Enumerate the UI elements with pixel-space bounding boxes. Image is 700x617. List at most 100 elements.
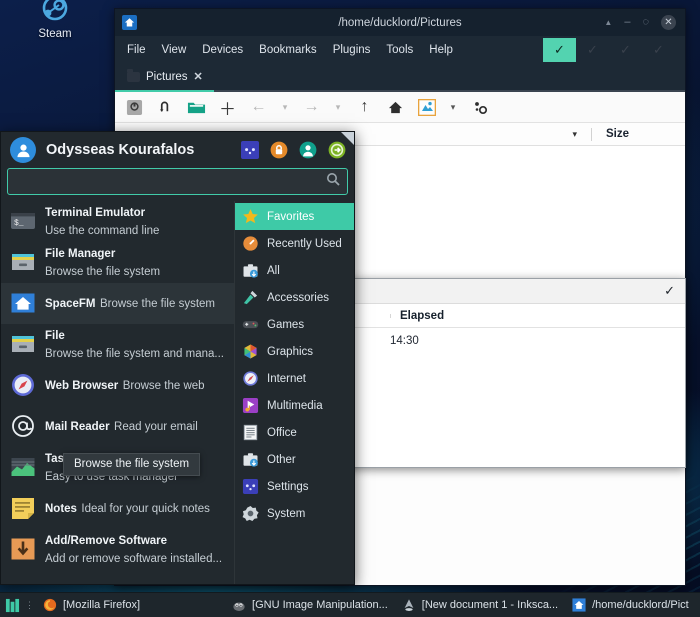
category-label: Favorites xyxy=(267,211,314,223)
cell-elapsed: 14:30 xyxy=(390,335,480,347)
list-item[interactable]: Add/Remove Software Add or remove softwa… xyxy=(1,529,234,570)
system-icon xyxy=(242,505,259,522)
search-input[interactable] xyxy=(15,176,326,188)
chevron-down-icon[interactable]: ▾ xyxy=(572,129,577,140)
list-item[interactable]: Mail Reader Read your email xyxy=(1,406,234,447)
list-item-desc: Browse the file system xyxy=(45,266,160,278)
category-settings[interactable]: Settings xyxy=(235,473,354,500)
close-button[interactable]: ✕ xyxy=(661,15,676,30)
search-icon[interactable] xyxy=(326,172,340,191)
add-remove-software-icon xyxy=(10,536,36,562)
panel-4-toggle[interactable]: ✓ xyxy=(642,38,675,62)
settings-button[interactable] xyxy=(464,94,495,121)
bookmarks-dropdown-button[interactable]: ▾ xyxy=(442,94,464,121)
category-games[interactable]: Games xyxy=(235,311,354,338)
list-item[interactable]: $_ Terminal Emulator Use the command lin… xyxy=(1,201,234,242)
category-system[interactable]: System xyxy=(235,500,354,527)
menu-view[interactable]: View xyxy=(154,40,195,60)
list-item[interactable]: File Manager Browse the file system xyxy=(1,242,234,283)
application-list[interactable]: $_ Terminal Emulator Use the command lin… xyxy=(1,201,234,584)
category-other[interactable]: Other xyxy=(235,446,354,473)
close-icon[interactable]: ✕ xyxy=(194,70,203,83)
file-manager-titlebar[interactable]: /home/ducklord/Pictures ▲ – ◌ ✕ xyxy=(115,9,685,36)
settings-icon[interactable] xyxy=(240,141,259,160)
list-item[interactable]: Notes Ideal for your quick notes xyxy=(1,488,234,529)
category-office[interactable]: Office xyxy=(235,419,354,446)
steam-icon xyxy=(12,0,98,26)
refresh-button[interactable] xyxy=(150,94,181,121)
category-label: System xyxy=(267,508,305,520)
compass-icon xyxy=(242,370,259,387)
back-history-button[interactable]: ▾ xyxy=(274,94,296,121)
image-viewer-button[interactable] xyxy=(411,94,442,121)
search-box[interactable] xyxy=(7,168,348,195)
menu-file[interactable]: File xyxy=(119,40,154,60)
panel-1-toggle[interactable]: ✓ xyxy=(543,38,576,62)
file-manager-toolbar: ＋ ← ▾ → ▾ ↑ ▾ xyxy=(115,92,685,123)
list-item[interactable]: Web Browser Browse the web xyxy=(1,365,234,406)
whisker-menu-icon[interactable] xyxy=(0,593,24,617)
mail-reader-icon xyxy=(10,413,36,439)
minimize-button[interactable]: – xyxy=(624,17,630,28)
taskbar: ⋮ [Mozilla Firefox] [GNU Image Manipulat… xyxy=(0,592,700,617)
resize-grip-icon[interactable] xyxy=(341,132,354,145)
list-item-desc: Browse the file system xyxy=(100,298,215,310)
forward-button[interactable]: → xyxy=(296,94,327,121)
menu-bookmarks[interactable]: Bookmarks xyxy=(251,40,325,60)
panel-3-toggle[interactable]: ✓ xyxy=(609,38,642,62)
lock-screen-icon[interactable] xyxy=(269,141,288,160)
category-list[interactable]: Favorites Recently Used All Accessories xyxy=(234,201,354,584)
category-recently-used[interactable]: Recently Used xyxy=(235,230,354,257)
task-button-gimp[interactable]: [GNU Image Manipulation... xyxy=(225,593,395,617)
list-item-desc: Ideal for your quick notes xyxy=(81,503,210,515)
new-folder-button[interactable] xyxy=(181,94,212,121)
category-internet[interactable]: Internet xyxy=(235,365,354,392)
task-button-spacefm[interactable]: /home/ducklord/Pict xyxy=(565,593,696,617)
category-label: Internet xyxy=(267,373,306,385)
category-favorites[interactable]: Favorites xyxy=(235,203,354,230)
desktop-icon-steam[interactable]: Steam xyxy=(12,0,98,40)
menu-tools[interactable]: Tools xyxy=(378,40,421,60)
switch-user-icon[interactable] xyxy=(298,141,317,160)
task-button-label: [Mozilla Firefox] xyxy=(63,599,140,611)
category-all[interactable]: All xyxy=(235,257,354,284)
up-button[interactable]: ↑ xyxy=(349,94,380,121)
category-accessories[interactable]: Accessories xyxy=(235,284,354,311)
star-icon xyxy=(242,208,259,225)
category-multimedia[interactable]: Multimedia xyxy=(235,392,354,419)
home-button[interactable] xyxy=(380,94,411,121)
new-tab-button[interactable]: ＋ xyxy=(212,94,243,121)
task-button-label: [New document 1 - Inksca... xyxy=(422,599,558,611)
list-item[interactable]: SpaceFM Browse the file system xyxy=(1,283,234,324)
list-item-title: Mail Reader xyxy=(45,421,110,433)
accessories-icon xyxy=(242,289,259,306)
shade-button[interactable]: ▲ xyxy=(604,19,612,27)
file-manager-title: /home/ducklord/Pictures xyxy=(115,17,685,29)
list-item-desc: Read your email xyxy=(114,421,198,433)
menu-help[interactable]: Help xyxy=(421,40,461,60)
category-label: Office xyxy=(267,427,297,439)
menu-header: Odysseas Kourafalos xyxy=(1,132,354,168)
panel-handle[interactable]: ⋮ xyxy=(24,593,36,617)
tab-pictures[interactable]: Pictures ✕ xyxy=(115,63,214,92)
task-button-inkscape[interactable]: [New document 1 - Inksca... xyxy=(395,593,565,617)
menu-plugins[interactable]: Plugins xyxy=(325,40,379,60)
file-manager-menubar: File View Devices Bookmarks Plugins Tool… xyxy=(115,36,685,63)
forward-history-button[interactable]: ▾ xyxy=(327,94,349,121)
back-button[interactable]: ← xyxy=(243,94,274,121)
panel-2-toggle[interactable]: ✓ xyxy=(576,38,609,62)
user-avatar-icon[interactable] xyxy=(10,137,36,163)
list-item-title: Terminal Emulator xyxy=(45,207,145,219)
devices-button[interactable] xyxy=(119,94,150,121)
column-size[interactable]: Size xyxy=(606,128,629,140)
menu-devices[interactable]: Devices xyxy=(194,40,251,60)
application-menu[interactable]: Odysseas Kourafalos $_ xyxy=(0,131,355,585)
column-elapsed[interactable]: Elapsed xyxy=(390,310,480,322)
check-icon[interactable]: ✓ xyxy=(664,283,675,299)
category-graphics[interactable]: Graphics xyxy=(235,338,354,365)
firefox-icon xyxy=(43,598,57,612)
maximize-button[interactable]: ◌ xyxy=(642,17,649,28)
clock-icon xyxy=(242,235,259,252)
task-button-firefox[interactable]: [Mozilla Firefox] xyxy=(36,593,147,617)
list-item[interactable]: File Browse the file system and mana... xyxy=(1,324,234,365)
